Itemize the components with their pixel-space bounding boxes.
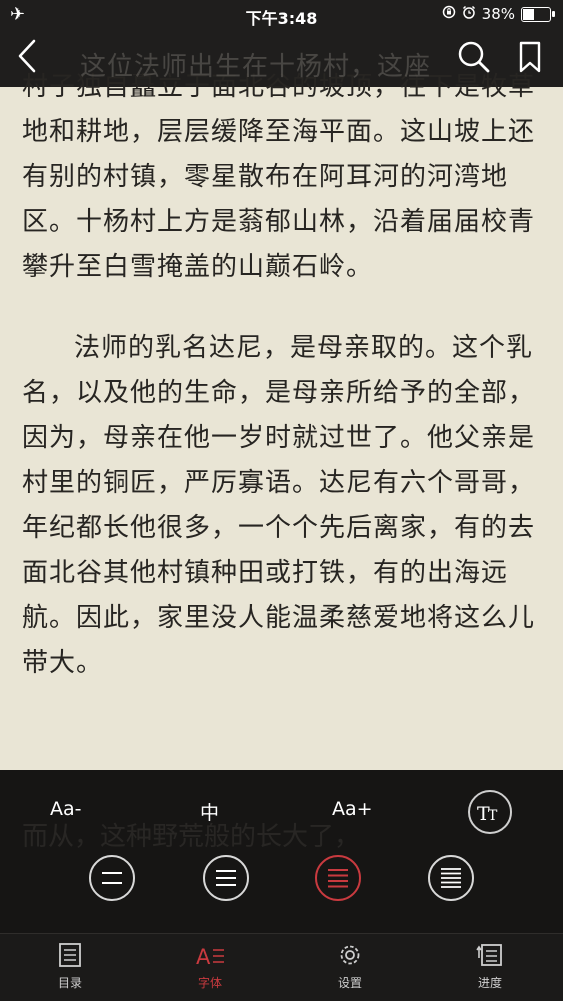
font-decrease-button[interactable]: Aa- (50, 798, 82, 820)
paragraph-1: 村子独自矗立于面北谷的坡顶，往下是牧草地和耕地，层层缓降至海平面。这山坡上还有别… (22, 72, 536, 282)
spacing-medium-button[interactable] (203, 855, 249, 901)
font-tt-icon: T T (477, 803, 498, 825)
battery-icon (521, 6, 555, 22)
spacing-5-lines-icon (441, 868, 461, 888)
font-size-row: Aa- 中 Aa+ T T (0, 770, 563, 850)
font-style-button[interactable]: T T (468, 790, 512, 834)
reading-content[interactable]: 村子独自矗立于面北谷的坡顶，往下是牧草地和耕地，层层缓降至海平面。这山坡上还有别… (0, 72, 563, 770)
font-settings-panel: 而从，这种野荒般的长大了， Aa- 中 Aa+ T T (0, 770, 563, 933)
spacing-wide-button[interactable] (89, 855, 135, 901)
paragraph-2: 法师的乳名达尼，是母亲取的。这个乳名，以及他的生命，是母亲所给予的全部，因为，母… (22, 333, 536, 678)
catalog-icon (59, 943, 81, 967)
font-increase-button[interactable]: Aa+ (332, 798, 373, 820)
gear-icon (340, 945, 360, 965)
spacing-2-lines-icon (102, 872, 122, 884)
tab-progress[interactable]: 进度 (460, 942, 520, 991)
line-spacing-row (0, 853, 563, 933)
tab-font-label: 字体 (197, 976, 222, 990)
tab-progress-label: 进度 (477, 976, 502, 990)
spacing-3-lines-icon (216, 870, 236, 886)
status-bar: ✈ 下午3:48 38% (0, 0, 563, 30)
battery-percent: 38% (481, 5, 515, 23)
font-icon: A (196, 945, 224, 969)
tab-settings[interactable]: 设置 (320, 942, 380, 991)
alarm-icon (462, 5, 476, 23)
font-size-current: 中 (200, 802, 220, 824)
spacing-compact-button[interactable] (428, 855, 474, 901)
orientation-lock-icon (442, 5, 456, 23)
svg-text:T: T (488, 808, 498, 824)
tab-catalog[interactable]: 目录 (40, 942, 100, 991)
spacing-4-lines-icon (328, 869, 348, 888)
status-right: 38% (442, 5, 555, 23)
tab-settings-label: 设置 (337, 976, 362, 990)
hidden-top-line: 这位法师出生在十杨村，这座 (80, 52, 432, 82)
spacing-normal-button[interactable] (315, 855, 361, 901)
tab-catalog-label: 目录 (57, 976, 82, 990)
svg-text:A: A (196, 945, 211, 968)
tab-font[interactable]: A 字体 (180, 942, 240, 991)
progress-icon (476, 944, 502, 966)
bottom-tab-bar: 目录 A 字体 设置 进度 (0, 933, 563, 1001)
